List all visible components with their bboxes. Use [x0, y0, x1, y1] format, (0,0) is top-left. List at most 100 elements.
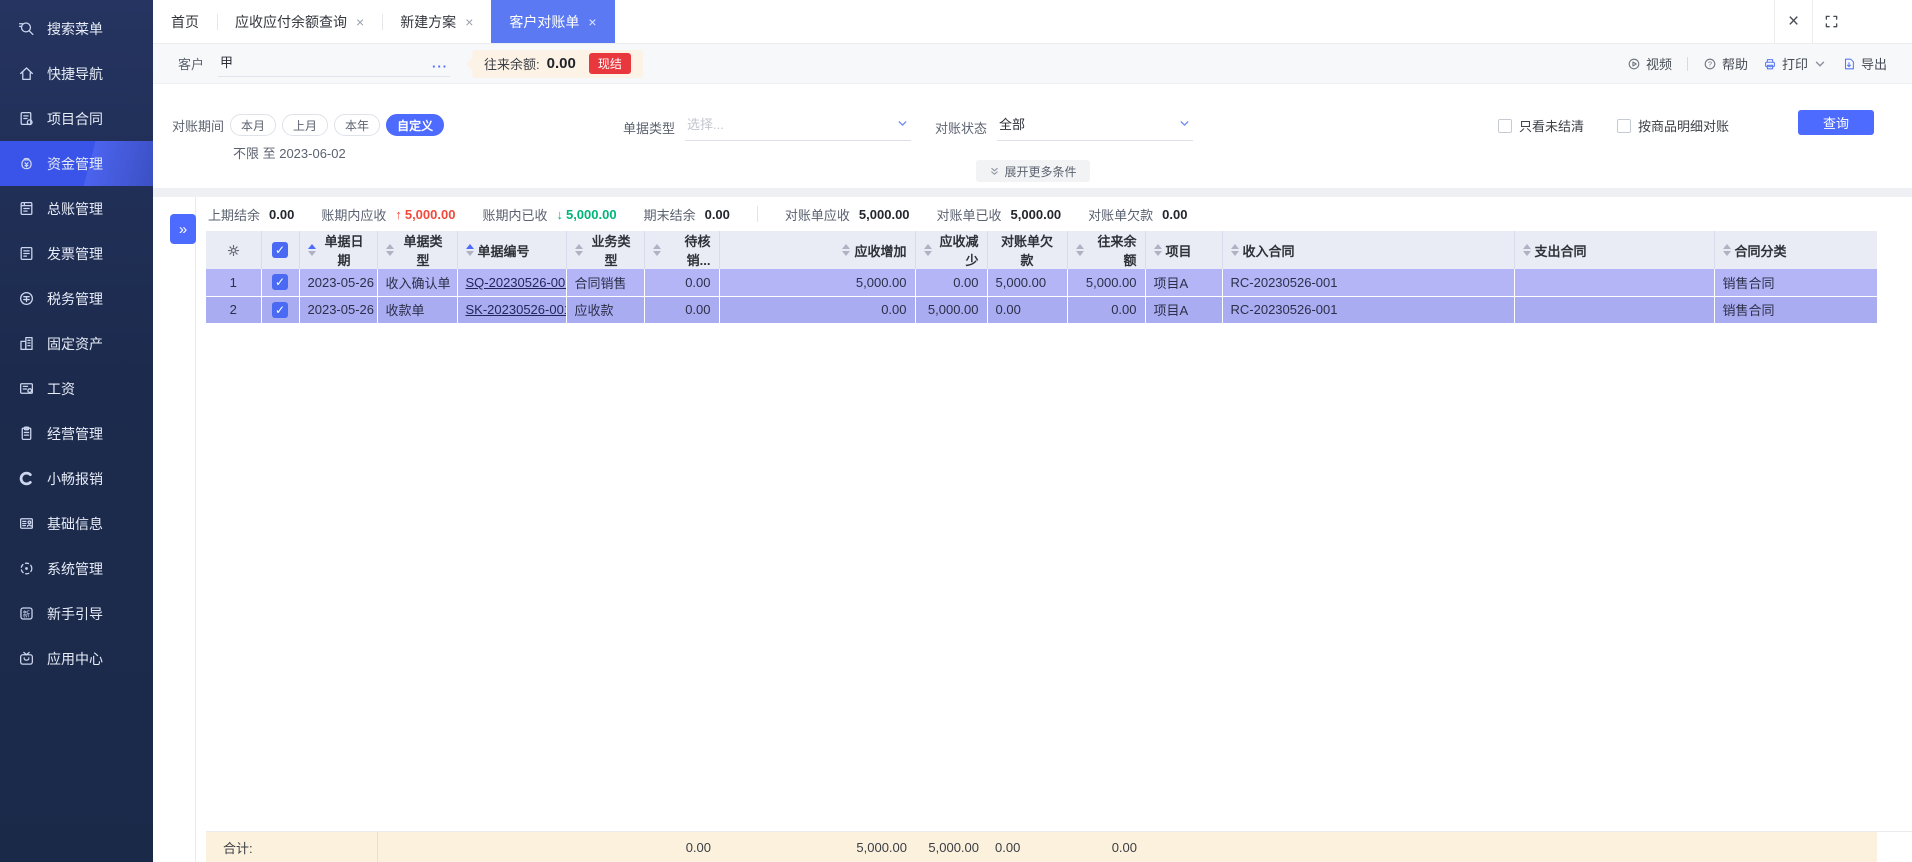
status-select[interactable]: 全部 [997, 114, 1194, 141]
column-header-contract_category[interactable]: 合同分类 [1714, 231, 1877, 269]
tab-bar: 首页 应收应付余额查询 × 新建方案 × 客户对账单 × × [153, 0, 1912, 44]
checkbox-box[interactable] [1617, 118, 1631, 133]
close-window-icon[interactable]: × [1774, 0, 1812, 43]
column-header-balance[interactable]: 往来余额 [1067, 231, 1146, 269]
column-header-biz_type[interactable]: 业务类型 [566, 231, 645, 269]
sidebar-item-funds[interactable]: 资金管理 [0, 141, 153, 186]
sort-icon[interactable] [1075, 244, 1084, 256]
sort-icon[interactable] [842, 244, 851, 256]
doc-no-link[interactable]: SQ-20230526-001 [466, 275, 566, 290]
sort-icon[interactable] [1522, 244, 1531, 256]
sort-icon[interactable] [385, 244, 394, 256]
doc-no-link[interactable]: SK-20230526-001 [466, 302, 566, 317]
sidebar-item-invoice[interactable]: 发票管理 [0, 231, 153, 276]
sidebar-item-business[interactable]: 经营管理 [0, 411, 153, 456]
sidebar-item-reimburse[interactable]: 小畅报销 [0, 456, 153, 501]
column-header-pending[interactable]: 待核销... [644, 231, 720, 269]
sidebar-item-contract[interactable]: 项目合同 [0, 96, 153, 141]
period-pill[interactable]: 本年 [334, 114, 381, 136]
customer-input[interactable]: 甲 ··· [218, 50, 451, 77]
cell-doc_date: 2023-05-26 [307, 302, 375, 317]
column-label: 项目 [1165, 243, 1192, 259]
period-pill[interactable]: 本月 [230, 114, 277, 136]
summary-value: 0.00 [269, 206, 295, 222]
column-header-stmt_owed[interactable]: 对账单欠款 [987, 231, 1068, 269]
table-row[interactable]: 1 ✓ 2023-05-26 收入确认单 SQ-20230526-001 合同销售 0.00… [206, 269, 1877, 297]
close-tab-icon[interactable]: × [588, 15, 596, 29]
column-header-expense_contract[interactable]: 支出合同 [1514, 231, 1715, 269]
cell-doc_type: 收入确认单 [385, 275, 451, 291]
close-tab-icon[interactable]: × [465, 15, 473, 29]
play-circle-icon [1628, 58, 1640, 69]
fullscreen-icon[interactable] [1812, 0, 1850, 43]
period-pill[interactable]: 自定义 [386, 114, 445, 136]
cell-recv_incr: 0.00 [881, 302, 907, 317]
period-pill[interactable]: 上月 [282, 114, 329, 136]
cell-recv_incr: 5,000.00 [855, 274, 907, 290]
tab-item[interactable]: 应收应付余额查询 × [217, 0, 382, 43]
table-row[interactable]: 2 ✓ 2023-05-26 收款单 SK-20230526-001 应收款 0.00 0.0… [206, 296, 1877, 324]
sidebar-item-app-center[interactable]: 应用中心 [0, 636, 153, 681]
sidebar-item-label: 搜索菜单 [47, 20, 103, 37]
row-checkbox[interactable]: ✓ [272, 274, 288, 291]
sort-icon[interactable] [1230, 244, 1239, 256]
doc-type-select[interactable]: 选择... [685, 114, 912, 141]
total-doc_no [457, 832, 566, 862]
column-header-recv_decr[interactable]: 应收减少 [915, 231, 988, 269]
tab-label: 应收应付余额查询 [235, 13, 347, 30]
sidebar-item-tax[interactable]: 税务管理 [0, 276, 153, 321]
close-tab-icon[interactable]: × [356, 15, 364, 29]
checkbox-box[interactable] [1498, 118, 1512, 133]
sort-icon[interactable] [574, 244, 583, 256]
checkbox-by-product[interactable]: 按商品明细对账 [1617, 116, 1729, 135]
sidebar-item-assets[interactable]: 固定资产 [0, 321, 153, 366]
arrow-up-icon: ↑ [395, 206, 402, 222]
cash-settle-badge: 现结 [588, 53, 631, 74]
sort-icon[interactable] [1153, 244, 1162, 256]
sidebar-item-system[interactable]: 系统管理 [0, 546, 153, 591]
expand-pane-button[interactable]: » [170, 214, 196, 244]
sidebar-item-salary[interactable]: 工资 [0, 366, 153, 411]
sidebar-item-guide[interactable]: 新 新手引导 [0, 591, 153, 636]
row-checkbox[interactable]: ✓ [272, 301, 288, 318]
column-header-project[interactable]: 项目 [1145, 231, 1223, 269]
customer-picker-icon[interactable]: ··· [432, 60, 448, 73]
tab-active[interactable]: 客户对账单 × [491, 0, 615, 43]
sidebar-item-label: 系统管理 [47, 560, 103, 577]
sidebar-item-home[interactable]: 快捷导航 [0, 51, 153, 96]
sidebar-item-base-info[interactable]: 基础信息 [0, 501, 153, 546]
sidebar-item-ledger[interactable]: 总账管理 [0, 186, 153, 231]
sort-icon[interactable] [465, 244, 474, 256]
tab-item[interactable]: 首页 [153, 0, 217, 43]
sort-icon[interactable] [1722, 244, 1731, 256]
summary-value: 5,000.00 [565, 206, 617, 222]
column-header-settings[interactable] [206, 231, 262, 269]
column-header-doc_type[interactable]: 单据类型 [377, 231, 458, 269]
video-button[interactable]: 视频 [1627, 54, 1672, 73]
select-all-checkbox[interactable]: ✓ [272, 242, 288, 258]
sort-icon[interactable] [652, 244, 661, 256]
column-header-select[interactable]: ✓ [261, 231, 300, 269]
summary-item: 账期内已收 ↓ 5,000.00 [482, 205, 616, 224]
tab-item[interactable]: 新建方案 × [382, 0, 491, 43]
total-recv_decr: 5,000.00 [915, 832, 987, 862]
sidebar-item-search[interactable]: 搜索菜单 [0, 6, 153, 51]
search-button[interactable]: 查询 [1798, 110, 1874, 135]
expand-more-button[interactable]: 展开更多条件 [975, 160, 1090, 182]
export-button[interactable]: 导出 [1842, 54, 1887, 73]
column-label: 对账单欠款 [1000, 234, 1053, 268]
column-header-doc_date[interactable]: 单据日期 [299, 231, 378, 269]
summary-value: 0.00 [1162, 206, 1188, 222]
column-header-doc_no[interactable]: 单据编号 [457, 231, 567, 269]
funds-icon [18, 155, 35, 172]
help-button[interactable]: ? 帮助 [1703, 54, 1748, 73]
column-header-recv_incr[interactable]: 应收增加 [719, 231, 916, 269]
print-button[interactable]: 打印 [1763, 54, 1827, 73]
sort-icon[interactable] [923, 244, 932, 256]
total-biz_type [566, 832, 644, 862]
cell-project: 项目A [1153, 275, 1189, 291]
column-settings-icon[interactable] [226, 243, 241, 258]
column-header-income_contract[interactable]: 收入合同 [1222, 231, 1515, 269]
sort-icon[interactable] [307, 244, 316, 256]
checkbox-unsettled[interactable]: 只看未结清 [1498, 116, 1584, 135]
